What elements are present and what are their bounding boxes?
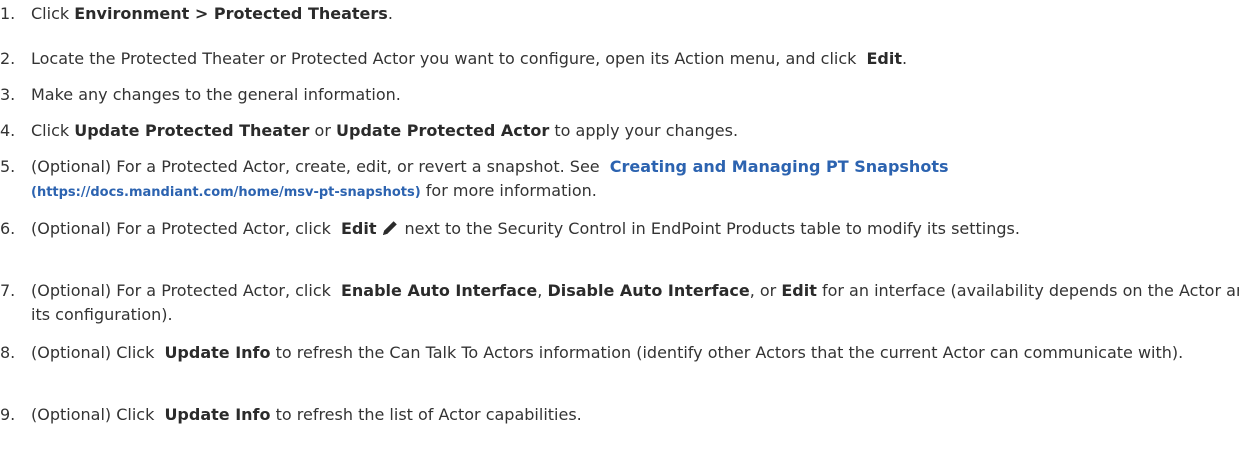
step-number: 4.: [0, 121, 16, 140]
step-text: next to the Security Control in EndPoint…: [404, 219, 1020, 238]
step-text: ,: [537, 281, 543, 300]
step-8: 8. (Optional) Click Update Info to refre…: [0, 341, 1239, 365]
step-number: 7.: [0, 281, 16, 300]
step-text: (Optional) For a Protected Actor, click: [31, 219, 331, 238]
step-number: 1.: [0, 4, 16, 23]
step-6: 6. (Optional) For a Protected Actor, cli…: [0, 217, 1239, 241]
step-3: 3. Make any changes to the general infor…: [0, 83, 1239, 107]
step-number: 3.: [0, 85, 16, 104]
step-9: 9. (Optional) Click Update Info to refre…: [0, 403, 1239, 427]
step-number: 6.: [0, 219, 16, 238]
step-text: Click: [31, 121, 70, 140]
edit-action-label: Edit: [340, 219, 377, 238]
step-text: to refresh the Can Talk To Actors inform…: [275, 343, 1184, 362]
step-text: Locate the Protected Theater or Protecte…: [31, 49, 857, 68]
edit-action-label: Edit: [781, 281, 817, 300]
step-5: 5. (Optional) For a Protected Actor, cre…: [0, 155, 1239, 205]
step-number: 5.: [0, 157, 16, 176]
step-text: (Optional) Click: [31, 405, 155, 424]
menu-path-label: Environment > Protected Theaters: [74, 4, 388, 23]
step-text: , or: [749, 281, 777, 300]
step-text: or: [314, 121, 331, 140]
pencil-icon: [380, 218, 400, 238]
step-7: 7. (Optional) For a Protected Actor, cli…: [0, 279, 1239, 327]
step-text: .: [387, 4, 393, 23]
step-text: (Optional) For a Protected Actor, create…: [31, 157, 600, 176]
snapshots-doc-url[interactable]: (https://docs.mandiant.com/home/msv-pt-s…: [31, 185, 421, 200]
step-text: to refresh the list of Actor capabilitie…: [275, 405, 582, 424]
enable-auto-interface-label: Enable Auto Interface: [340, 281, 538, 300]
step-text: Click: [31, 4, 70, 23]
step-text: Make any changes to the general informat…: [31, 85, 401, 104]
step-text: .: [902, 49, 908, 68]
update-theater-label: Update Protected Theater: [74, 121, 310, 140]
step-number: 8.: [0, 343, 16, 362]
step-2: 2. Locate the Protected Theater or Prote…: [0, 47, 1239, 71]
step-text: (Optional) For a Protected Actor, click: [31, 281, 331, 300]
snapshots-doc-link[interactable]: Creating and Managing PT Snapshots: [610, 157, 949, 176]
update-info-label: Update Info: [164, 343, 271, 362]
step-text: for more information.: [425, 181, 597, 200]
step-4: 4. Click Update Protected Theater or Upd…: [0, 119, 1239, 143]
step-text: to apply your changes.: [554, 121, 739, 140]
step-1: 1. Click Environment > Protected Theater…: [0, 2, 1239, 26]
update-actor-label: Update Protected Actor: [336, 121, 550, 140]
disable-auto-interface-label: Disable Auto Interface: [547, 281, 750, 300]
update-info-label: Update Info: [164, 405, 271, 424]
step-number: 2.: [0, 49, 16, 68]
step-number: 9.: [0, 405, 16, 424]
step-text: (Optional) Click: [31, 343, 155, 362]
edit-action-label: Edit: [866, 49, 903, 68]
